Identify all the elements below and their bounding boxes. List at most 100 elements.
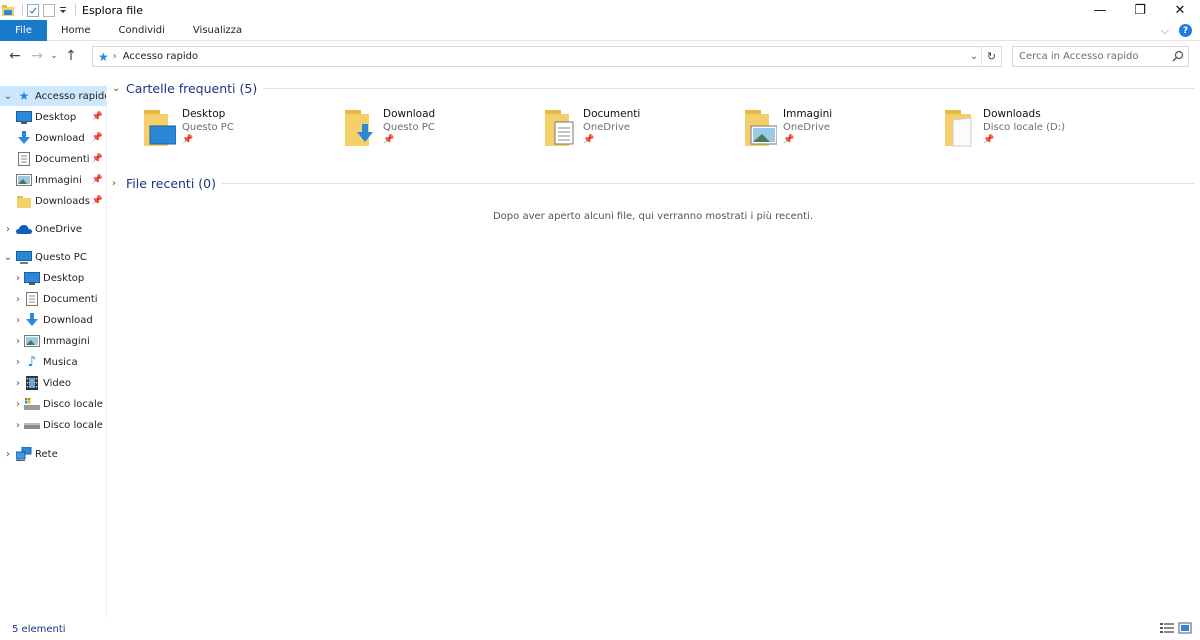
search-input[interactable] bbox=[1019, 51, 1169, 62]
group-header-recent[interactable]: › File recenti (0) bbox=[112, 173, 1194, 193]
sidebar-item-quick-download[interactable]: Download 📌 bbox=[0, 128, 106, 148]
pin-icon: 📌 bbox=[91, 196, 103, 206]
address-bar[interactable]: ★ › Accesso rapido ⌄ ↻ bbox=[92, 46, 1002, 67]
expand-chevron-icon[interactable]: › bbox=[0, 224, 16, 235]
sidebar-item-quick-documenti[interactable]: Documenti 📌 bbox=[0, 149, 106, 169]
tile-name: Documenti bbox=[583, 108, 641, 120]
group-divider bbox=[221, 182, 1194, 184]
tile-name: Downloads bbox=[983, 108, 1041, 120]
details-view-icon[interactable] bbox=[1160, 622, 1174, 634]
title-bar: Esplora file — ❐ ✕ bbox=[0, 0, 1200, 20]
expand-chevron-icon[interactable]: › bbox=[0, 336, 24, 347]
forward-button[interactable]: → bbox=[26, 44, 48, 68]
window-controls: — ❐ ✕ bbox=[1080, 0, 1200, 20]
sidebar-item-label: OneDrive bbox=[35, 223, 83, 235]
sidebar-item-label: Musica bbox=[43, 356, 78, 368]
tile-location: Questo PC bbox=[182, 122, 234, 133]
sidebar-item-accesso-rapido[interactable]: ⌄ ★ Accesso rapido bbox=[0, 86, 106, 106]
pictures-icon bbox=[24, 334, 40, 348]
item-count: 5 elementi bbox=[12, 623, 66, 635]
sidebar-item-quick-downloads[interactable]: Downloads 📌 bbox=[0, 191, 106, 211]
tab-file[interactable]: File bbox=[0, 19, 47, 41]
sidebar-item-pc-desktop[interactable]: › Desktop bbox=[0, 268, 106, 288]
properties-icon[interactable] bbox=[27, 3, 39, 17]
sidebar-item-label: Accesso rapido bbox=[35, 90, 106, 102]
expand-chevron-icon[interactable]: › bbox=[112, 178, 126, 189]
up-button[interactable]: ↑ bbox=[60, 44, 82, 68]
download-arrow-icon bbox=[24, 313, 40, 327]
expand-chevron-icon[interactable]: › bbox=[0, 378, 24, 389]
close-button[interactable]: ✕ bbox=[1160, 0, 1200, 20]
folder-tile-downloads[interactable]: Downloads Disco locale (D:) 📌 bbox=[943, 108, 1143, 156]
sidebar-item-pc-disco-locale-c[interactable]: › Disco locale bbox=[0, 394, 106, 414]
expand-chevron-icon[interactable]: › bbox=[0, 420, 24, 431]
tile-location: OneDrive bbox=[583, 122, 631, 133]
minimize-button[interactable]: — bbox=[1080, 0, 1120, 20]
expand-chevron-icon[interactable]: › bbox=[0, 273, 24, 284]
expand-chevron-icon[interactable]: › bbox=[0, 449, 16, 460]
folder-tile-documenti[interactable]: Documenti OneDrive 📌 bbox=[543, 108, 743, 156]
customize-toolbar-dropdown-icon[interactable] bbox=[59, 3, 67, 17]
desktop-folder-icon bbox=[142, 108, 178, 150]
sidebar-item-quick-desktop[interactable]: Desktop 📌 bbox=[0, 107, 106, 127]
sidebar-item-label: Desktop bbox=[43, 272, 85, 284]
quick-access-star-icon: ★ bbox=[18, 89, 30, 103]
group-divider bbox=[263, 87, 1194, 89]
tile-name: Immagini bbox=[783, 108, 833, 120]
expand-chevron-icon[interactable]: › bbox=[0, 294, 24, 305]
folder-tile-desktop[interactable]: Desktop Questo PC 📌 bbox=[142, 108, 342, 156]
desktop-icon bbox=[16, 110, 32, 124]
navigation-bar: ← → ⌄ ↑ ★ › Accesso rapido ⌄ ↻ bbox=[0, 42, 1200, 70]
back-button[interactable]: ← bbox=[4, 44, 26, 68]
expand-chevron-icon[interactable]: › bbox=[0, 315, 24, 326]
expand-chevron-icon[interactable]: › bbox=[0, 357, 24, 368]
breadcrumb-accesso-rapido[interactable]: Accesso rapido bbox=[123, 51, 198, 62]
pin-icon: 📌 bbox=[983, 135, 995, 145]
sidebar-item-pc-video[interactable]: › Video bbox=[0, 373, 106, 393]
sidebar-item-label: Documenti bbox=[43, 293, 98, 305]
pin-icon: 📌 bbox=[783, 135, 795, 145]
drive-icon bbox=[24, 418, 40, 432]
collapse-chevron-icon[interactable]: ⌄ bbox=[112, 83, 126, 94]
restore-button[interactable]: ❐ bbox=[1120, 0, 1160, 20]
os-drive-icon bbox=[24, 397, 40, 411]
sidebar-item-label: Documenti bbox=[35, 153, 90, 165]
sidebar-item-questo-pc[interactable]: ⌄ Questo PC bbox=[0, 247, 106, 267]
sidebar-item-quick-immagini[interactable]: Immagini 📌 bbox=[0, 170, 106, 190]
sidebar-item-onedrive[interactable]: › OneDrive bbox=[0, 219, 106, 239]
sidebar-item-label: Downloads bbox=[35, 195, 90, 207]
sidebar-item-label: Immagini bbox=[43, 335, 90, 347]
download-arrow-icon bbox=[16, 131, 32, 145]
sidebar-item-pc-immagini[interactable]: › Immagini bbox=[0, 331, 106, 351]
documents-folder-icon bbox=[543, 108, 579, 150]
search-box[interactable] bbox=[1012, 46, 1189, 67]
pin-icon: 📌 bbox=[91, 154, 103, 164]
sidebar-item-rete[interactable]: › Rete bbox=[0, 444, 106, 464]
refresh-button[interactable]: ↻ bbox=[981, 47, 1001, 66]
new-folder-icon[interactable] bbox=[43, 3, 55, 17]
recent-locations-icon[interactable]: ⌄ bbox=[48, 44, 60, 68]
sidebar-item-pc-download[interactable]: › Download bbox=[0, 310, 106, 330]
expand-ribbon-icon[interactable]: ⌵ bbox=[1161, 24, 1169, 38]
sidebar-item-pc-musica[interactable]: › ♪ Musica bbox=[0, 352, 106, 372]
collapse-chevron-icon[interactable]: ⌄ bbox=[0, 91, 16, 102]
group-header-frequent[interactable]: ⌄ Cartelle frequenti (5) bbox=[112, 78, 1194, 98]
desktop-icon bbox=[24, 271, 40, 285]
tile-name: Desktop bbox=[182, 108, 226, 120]
expand-chevron-icon[interactable]: › bbox=[0, 399, 24, 410]
empty-recent-message: Dopo aver aperto alcuni file, qui verran… bbox=[492, 211, 813, 222]
address-dropdown-icon[interactable]: ⌄ bbox=[967, 47, 981, 66]
large-icons-view-icon[interactable] bbox=[1178, 622, 1192, 634]
sidebar-item-pc-disco-locale-d[interactable]: › Disco locale bbox=[0, 415, 106, 435]
folder-tile-immagini[interactable]: Immagini OneDrive 📌 bbox=[743, 108, 943, 156]
help-icon[interactable]: ? bbox=[1179, 24, 1192, 37]
sidebar-item-label: Disco locale bbox=[43, 398, 103, 410]
folder-tile-download[interactable]: Download Questo PC 📌 bbox=[343, 108, 543, 156]
tab-home[interactable]: Home bbox=[47, 20, 105, 41]
tab-condividi[interactable]: Condividi bbox=[105, 20, 179, 41]
sidebar-item-pc-documenti[interactable]: › Documenti bbox=[0, 289, 106, 309]
explorer-app-icon[interactable] bbox=[2, 3, 14, 17]
tab-visualizza[interactable]: Visualizza bbox=[179, 20, 256, 41]
collapse-chevron-icon[interactable]: ⌄ bbox=[0, 252, 16, 263]
sidebar-item-label: Video bbox=[43, 377, 72, 389]
